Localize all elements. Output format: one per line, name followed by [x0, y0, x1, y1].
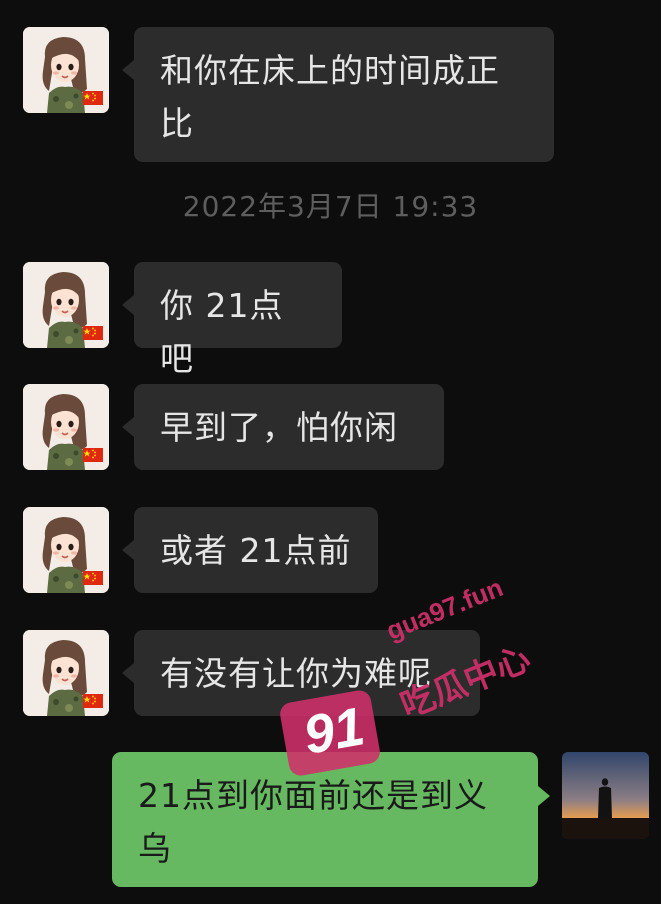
cartoon-girl-avatar-icon: [23, 384, 109, 470]
message-text: 早到了，怕你闲: [160, 408, 398, 447]
message-text: 和你在床上的时间成正比: [160, 51, 500, 143]
contact-avatar[interactable]: [23, 630, 109, 716]
contact-avatar[interactable]: [23, 27, 109, 113]
message-bubble-incoming[interactable]: 和你在床上的时间成正比: [122, 27, 554, 162]
message-text: 你 21点吧: [160, 286, 284, 378]
cartoon-girl-avatar-icon: [23, 630, 109, 716]
chat-screen: { "messages": [ { "sender": "contact", "…: [0, 0, 661, 904]
message-text: 有没有让你为难呢: [160, 654, 432, 693]
message-bubble-incoming[interactable]: 早到了，怕你闲: [122, 384, 444, 470]
message-bubble-incoming[interactable]: 或者 21点前: [122, 507, 378, 593]
message-bubble-outgoing[interactable]: 21点到你面前还是到义乌: [112, 752, 550, 887]
contact-avatar[interactable]: [23, 262, 109, 348]
sunset-silhouette-avatar-icon: [562, 752, 649, 839]
contact-avatar[interactable]: [23, 384, 109, 470]
message-timestamp: 2022年3月7日 19:33: [182, 190, 479, 223]
message-bubble-incoming[interactable]: 你 21点吧: [122, 262, 342, 378]
contact-avatar[interactable]: [23, 507, 109, 593]
message-bubble-incoming[interactable]: 有没有让你为难呢: [122, 630, 480, 716]
cartoon-girl-avatar-icon: [23, 262, 109, 348]
cartoon-girl-avatar-icon: [23, 507, 109, 593]
message-text: 或者 21点前: [160, 531, 352, 570]
cartoon-girl-avatar-icon: [23, 27, 109, 113]
message-text: 21点到你面前还是到义乌: [138, 776, 488, 868]
self-avatar[interactable]: [562, 752, 649, 839]
